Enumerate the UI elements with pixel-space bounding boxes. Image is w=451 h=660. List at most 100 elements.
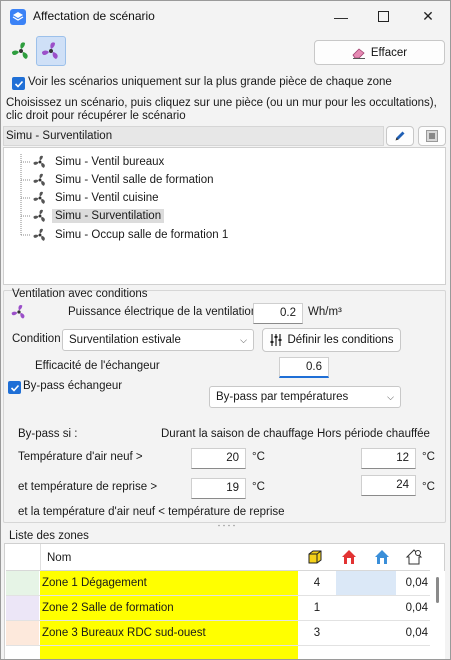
zone-count-cell: 4 [298, 571, 336, 595]
tree-item[interactable]: Simu - Ventil cuisine [32, 189, 162, 207]
checkmark-icon [10, 384, 19, 392]
extract-label: et température de reprise > [18, 481, 158, 493]
fresh-air-outside-input[interactable]: 12 [361, 448, 416, 469]
table-row-partial [6, 646, 430, 659]
erase-button[interactable]: Effacer [314, 40, 445, 65]
library-icon [426, 130, 438, 142]
sliders-icon [270, 334, 282, 346]
ventilation-green-tool[interactable] [6, 36, 36, 66]
tree-item[interactable]: Simu - Ventil salle de formation [32, 171, 217, 189]
zones-header-row: Nom [6, 544, 430, 571]
tree-item-selected[interactable]: Simu - Surventilation [32, 207, 165, 225]
condition-select-value: Surventilation estivale [69, 334, 181, 346]
largest-room-checkbox[interactable] [12, 77, 25, 90]
fan-purple-icon [42, 42, 58, 59]
bypass-if-label: By-pass si : [18, 428, 78, 440]
zones-scrollbar[interactable] [431, 571, 445, 659]
zone-count-cell: 1 [313, 602, 321, 614]
column-header-name: Nom [47, 552, 72, 564]
zone-name-cell: Zone 2 Salle de formation [40, 596, 298, 620]
define-conditions-label: Définir les conditions [287, 334, 394, 346]
fresh-air-heating-input[interactable]: 20 [191, 448, 246, 469]
table-row[interactable]: Zone 3 Bureaux RDC sud-ouest 3 0,04 [6, 621, 430, 646]
unit-label: °C [422, 481, 435, 493]
house-red-column-icon[interactable] [340, 548, 358, 569]
close-button[interactable]: ✕ [406, 1, 450, 32]
tree-item[interactable]: Simu - Ventil bureaux [32, 153, 167, 171]
zone-empty-cell [336, 571, 396, 595]
ventilation-purple-tool[interactable] [36, 36, 66, 66]
outside-heating-header: Hors période chauffée [317, 428, 430, 440]
scenario-library-button[interactable] [418, 126, 446, 146]
chevron-down-icon: ⌵ [387, 392, 394, 402]
fan-icon [33, 228, 45, 241]
efficiency-input[interactable]: 0.6 [279, 357, 329, 378]
fresh-air-label: Température d'air neuf > [18, 451, 143, 463]
splitter-handle[interactable] [1, 522, 450, 529]
extract-heating-input[interactable]: 19 [191, 478, 246, 499]
chevron-down-icon: ⌵ [240, 335, 247, 345]
scenario-tree: Simu - Ventil bureaux Simu - Ventil sall… [3, 147, 446, 285]
checkmark-icon [14, 80, 23, 88]
tree-item-label: Simu - Ventil salle de formation [55, 174, 214, 186]
unit-label: °C [252, 451, 265, 463]
house-settings-column-icon[interactable] [405, 548, 423, 569]
zone-swatch [6, 571, 39, 595]
maximize-button[interactable] [361, 1, 405, 32]
power-input[interactable]: 0.2 [253, 303, 303, 324]
zone-value-cell: 0,04 [405, 577, 428, 589]
edit-scenario-button[interactable] [386, 126, 414, 146]
window-title: Affectation de scénario [33, 9, 155, 23]
erase-button-label: Effacer [370, 46, 408, 59]
scrollbar-thumb[interactable] [436, 577, 439, 603]
zone-name-cell: Zone 1 Dégagement [40, 571, 298, 595]
tree-item-label: Simu - Ventil cuisine [55, 192, 159, 204]
zone-name-cell: Zone 3 Bureaux RDC sud-ouest [40, 621, 298, 645]
tree-item[interactable]: Simu - Occup salle de formation 1 [32, 226, 231, 244]
volume-column-icon[interactable] [306, 548, 324, 569]
pencil-icon [395, 131, 405, 141]
zone-swatch [6, 596, 39, 620]
tree-item-label: Simu - Ventil bureaux [55, 156, 165, 168]
bypass-mode-select[interactable]: By-pass par températures ⌵ [209, 386, 401, 408]
efficiency-label: Efficacité de l'échangeur [35, 360, 160, 372]
fan-icon [33, 155, 45, 168]
title-bar: Affectation de scénario — ✕ [1, 1, 450, 32]
bypass-label: By-pass échangeur [23, 380, 123, 392]
house-blue-column-icon[interactable] [373, 548, 391, 569]
zone-count-cell: 3 [313, 627, 321, 639]
unit-label: °C [252, 481, 265, 493]
heating-season-header: Durant la saison de chauffage [161, 428, 314, 440]
app-icon [10, 9, 26, 25]
grip-icon [217, 524, 235, 527]
fan-purple-small-icon [10, 303, 28, 321]
zone-value-cell: 0,04 [405, 627, 428, 639]
zone-value-cell: 0,04 [405, 602, 428, 614]
zones-grid: Nom Zone 1 Dégagement 4 0,04 Zone 2 Sall… [4, 543, 445, 659]
minimize-button[interactable]: — [319, 1, 363, 32]
fan-icon [33, 191, 45, 204]
main-window: Affectation de scénario — ✕ Effacer Voir… [0, 0, 451, 660]
condition-select[interactable]: Surventilation estivale ⌵ [62, 329, 254, 351]
define-conditions-button[interactable]: Définir les conditions [262, 328, 401, 352]
unit-label: °C [422, 451, 435, 463]
table-row[interactable]: Zone 2 Salle de formation 1 0,04 [6, 596, 430, 621]
bypass-checkbox[interactable] [8, 381, 21, 394]
fan-icon [33, 209, 45, 222]
power-label: Puissance électrique de la ventilation [68, 306, 258, 318]
largest-room-label: Voir les scénarios uniquement sur la plu… [28, 76, 392, 88]
fan-icon [33, 173, 45, 186]
table-row[interactable]: Zone 1 Dégagement 4 0,04 [6, 571, 430, 596]
tree-header: Simu - Surventilation [3, 126, 384, 146]
tree-item-label: Simu - Occup salle de formation 1 [55, 229, 229, 241]
fan-green-icon [12, 42, 28, 59]
tree-item-label: Simu - Surventilation [52, 209, 165, 223]
zone-swatch [6, 621, 39, 645]
bypass-note: et la température d'air neuf < températu… [18, 506, 285, 518]
bypass-mode-value: By-pass par températures [216, 391, 349, 403]
ventilation-section-title: Ventilation avec conditions [12, 288, 148, 300]
tree-header-label: Simu - Surventilation [6, 130, 113, 142]
extract-outside-input[interactable]: 24 [361, 475, 416, 496]
power-unit: Wh/m³ [308, 306, 342, 318]
eraser-icon [352, 47, 365, 59]
